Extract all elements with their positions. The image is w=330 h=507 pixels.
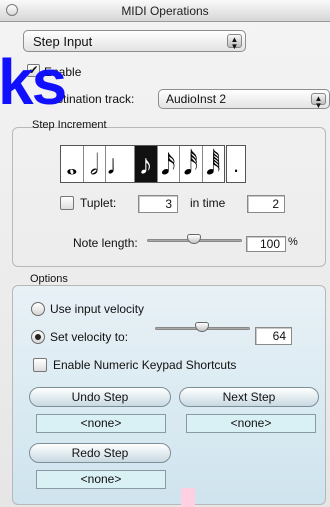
options-title: Options <box>30 273 68 285</box>
popup-arrows-icon: ▲ ▼ <box>227 34 242 51</box>
step-increment-title: Step Increment <box>32 119 107 131</box>
redo-step-button[interactable]: Redo Step <box>29 443 171 463</box>
thirty-second-note-icon[interactable]: 𝅘𝅥𝅰 <box>180 146 203 182</box>
destination-track-label: stination track: <box>57 92 135 106</box>
numeric-keypad-checkbox[interactable] <box>33 358 47 372</box>
next-step-button[interactable]: Next Step <box>179 387 319 407</box>
tuplet-label: Tuplet: <box>80 196 117 210</box>
note-length-label: Note length: <box>73 236 138 250</box>
in-time-label: in time <box>190 196 226 210</box>
decorative-accent <box>181 488 195 507</box>
window-title: MIDI Operations <box>121 4 209 18</box>
set-velocity-radio[interactable] <box>31 330 45 344</box>
sixty-fourth-note-icon[interactable]: 𝅘𝅥𝅱 <box>203 146 225 182</box>
dotted-note-button[interactable]: . <box>226 145 246 183</box>
undo-step-button[interactable]: Undo Step <box>29 387 171 407</box>
note-length-unit: % <box>288 236 298 248</box>
eighth-note-icon[interactable]: ♪ <box>135 146 158 182</box>
velocity-field[interactable]: 64 <box>255 327 292 345</box>
overlay-text: ks <box>0 46 67 118</box>
in-time-field[interactable]: 2 <box>247 195 285 213</box>
half-note-icon[interactable]: 𝅗𝅥 <box>84 146 106 182</box>
note-length-field[interactable]: 100 <box>246 236 286 252</box>
next-step-key-field[interactable]: <none> <box>186 414 316 433</box>
use-input-velocity-label: Use input velocity <box>50 302 145 316</box>
sixteenth-note-icon[interactable]: 𝅘𝅥𝅯 <box>158 146 180 182</box>
quarter-note-icon[interactable]: ♩ <box>106 146 135 182</box>
redo-step-key-field[interactable]: <none> <box>36 470 166 489</box>
set-velocity-label: Set velocity to: <box>50 330 129 344</box>
destination-track-value: AudioInst 2 <box>166 92 227 106</box>
midi-operations-window: MIDI Operations Step Input ▲ ▼ ✔ Enable s… <box>0 0 330 507</box>
popup-arrows-icon: ▲ ▼ <box>311 93 326 110</box>
use-input-velocity-radio[interactable] <box>31 302 45 316</box>
title-bar[interactable]: MIDI Operations <box>0 0 330 22</box>
undo-step-key-field[interactable]: <none> <box>36 414 166 433</box>
destination-track-popup[interactable]: AudioInst 2 ▲ ▼ <box>158 89 330 110</box>
tuplet-field[interactable]: 3 <box>138 195 178 213</box>
numeric-keypad-label: Enable Numeric Keypad Shortcuts <box>53 358 237 372</box>
whole-note-icon[interactable]: 𝅝 <box>61 146 84 182</box>
tuplet-checkbox[interactable] <box>60 196 74 210</box>
note-value-selector: 𝅝 𝅗𝅥 ♩ ♪ 𝅘𝅥𝅯 𝅘𝅥𝅰 𝅘𝅥𝅱 <box>60 145 225 183</box>
